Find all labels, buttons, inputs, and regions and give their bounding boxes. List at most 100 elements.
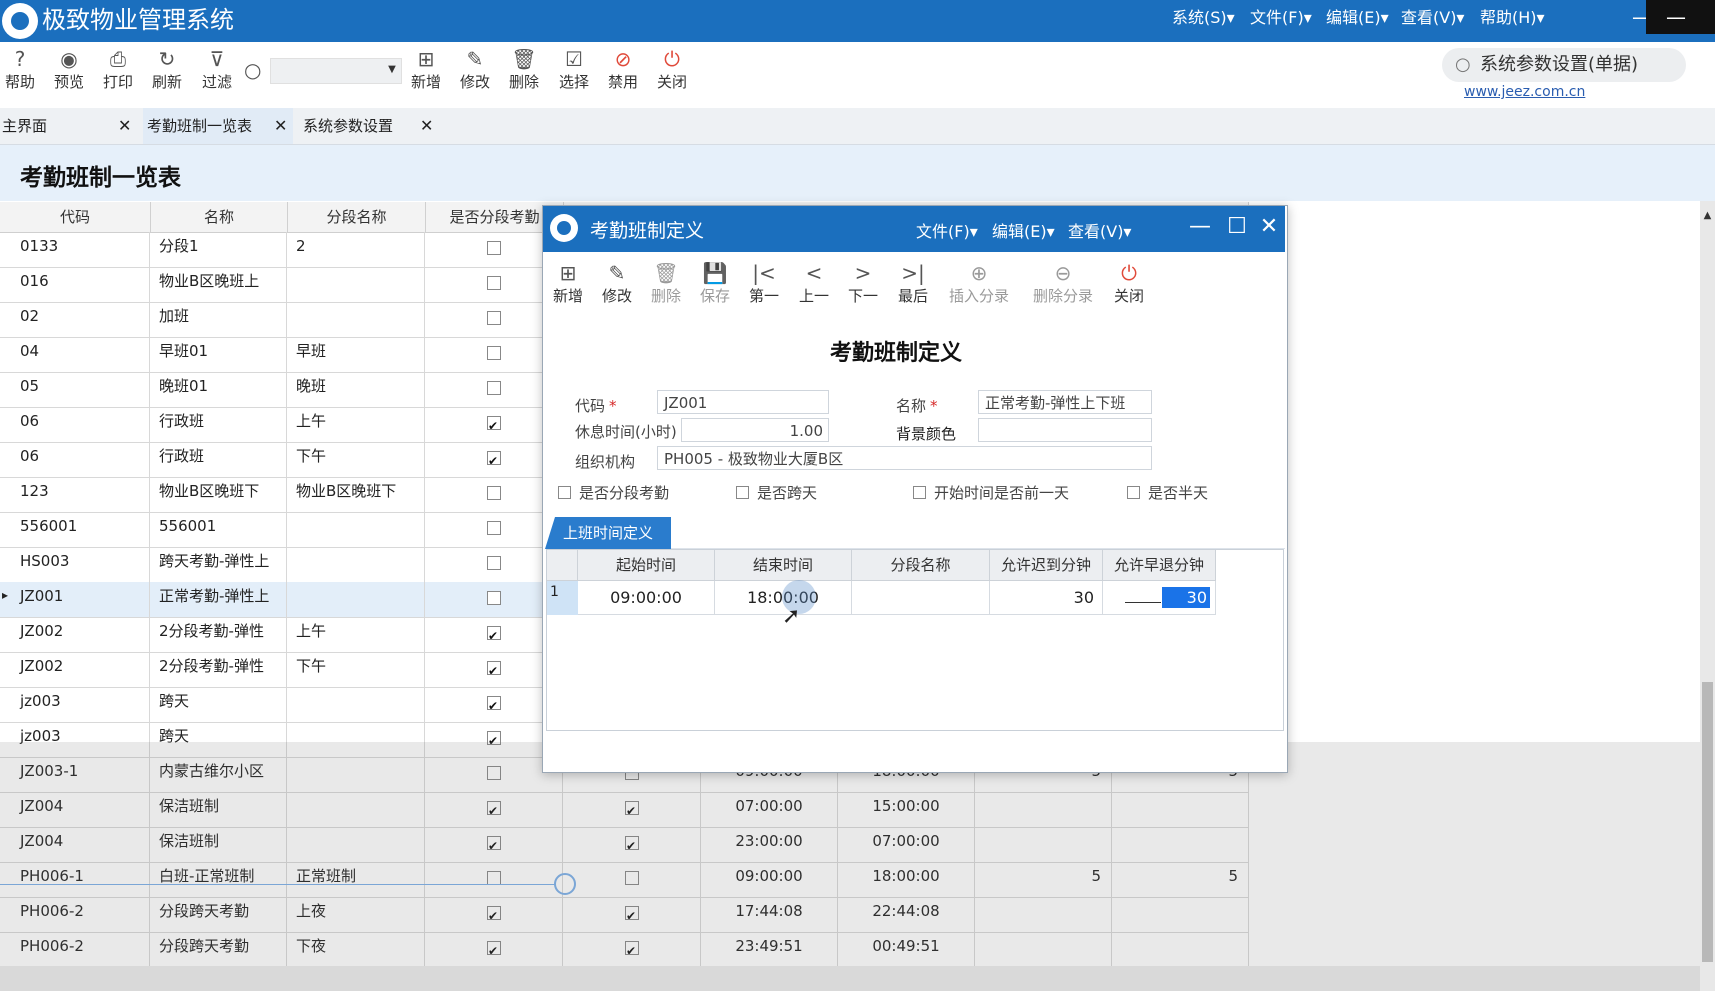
cell-end[interactable]: 00:49:51 <box>838 932 975 967</box>
delete-button[interactable]: 🗑 删除 <box>502 46 546 92</box>
cell-seg[interactable]: 下午 <box>288 442 425 477</box>
website-link[interactable]: www.jeez.com.cn <box>1464 84 1585 100</box>
cell-start[interactable]: 23:00:00 <box>701 827 838 862</box>
cell-seg[interactable]: 2 <box>288 232 425 267</box>
cell-seg[interactable] <box>288 582 425 617</box>
cell-seg[interactable]: 正常班制 <box>288 862 425 897</box>
cell-late[interactable] <box>975 792 1112 827</box>
cell-name[interactable]: 物业B区晚班下 <box>151 477 287 512</box>
cell-code[interactable]: 05 <box>10 372 150 407</box>
checkbox[interactable] <box>487 871 501 885</box>
select-button[interactable]: ☑ 选择 <box>552 46 596 92</box>
cell-c5[interactable] <box>564 862 701 897</box>
cell-early[interactable] <box>1112 792 1249 827</box>
cell-seg[interactable] <box>288 547 425 582</box>
cell-seg[interactable]: 晚班 <box>288 372 425 407</box>
cell-code[interactable]: PH006-2 <box>10 932 150 967</box>
window-minimize-icon-2[interactable]: — <box>1652 0 1700 42</box>
org-field[interactable]: PH005 - 极致物业大厦B区 <box>657 446 1152 470</box>
cell-early[interactable] <box>1112 932 1249 967</box>
checkbox[interactable] <box>487 276 501 290</box>
checkbox[interactable] <box>487 797 501 825</box>
cell-seg[interactable]: 上午 <box>288 407 425 442</box>
dialog-maximize-icon[interactable]: ☐ <box>1219 206 1255 252</box>
column-header-end-time[interactable]: 结束时间 <box>715 550 852 581</box>
cell-name[interactable]: 保洁班制 <box>151 792 287 827</box>
cell-start[interactable]: 09:00:00 <box>701 862 838 897</box>
cell-code[interactable]: jz003 <box>10 687 150 722</box>
checkbox-cross-day[interactable]: 是否跨天 <box>736 482 817 503</box>
dialog-delete-button[interactable]: 🗑 删除 <box>649 260 683 306</box>
cell-seg[interactable] <box>288 302 425 337</box>
cell-code[interactable]: JZ004 <box>10 827 150 862</box>
checkbox[interactable] <box>487 591 501 605</box>
checkbox-half-day[interactable]: 是否半天 <box>1127 482 1208 503</box>
cell-end[interactable]: 22:44:08 <box>838 897 975 932</box>
cell-name[interactable]: 分段1 <box>151 232 287 267</box>
column-header-start-time[interactable]: 起始时间 <box>578 550 715 581</box>
dialog-delete-row-button[interactable]: ⊖ 删除分录 <box>1029 260 1097 306</box>
dialog-prev-button[interactable]: < 上一 <box>797 260 831 306</box>
cell-split[interactable] <box>426 862 563 897</box>
menu-system[interactable]: 系统(S)▾ <box>1172 7 1235 29</box>
scroll-up-icon[interactable]: ▲ <box>1700 210 1715 221</box>
cell-code[interactable]: 123 <box>10 477 150 512</box>
checkbox[interactable] <box>487 657 501 685</box>
cell-code[interactable]: HS003 <box>10 547 150 582</box>
checkbox[interactable] <box>487 622 501 650</box>
menu-edit[interactable]: 编辑(E)▾ <box>1326 7 1389 29</box>
checkbox[interactable] <box>487 556 501 570</box>
dialog-menu-edit[interactable]: 编辑(E)▾ <box>992 218 1055 242</box>
dialog-add-button[interactable]: ⊞ 新增 <box>551 260 585 306</box>
menu-view[interactable]: 查看(V)▾ <box>1401 7 1464 29</box>
cell-late[interactable] <box>975 827 1112 862</box>
cell-c5[interactable] <box>564 932 701 967</box>
cell-c5[interactable] <box>564 792 701 827</box>
cell-seg[interactable]: 上夜 <box>288 897 425 932</box>
cell-name[interactable]: 内蒙古维尔小区 <box>151 757 287 792</box>
cell-name[interactable]: 早班01 <box>151 337 287 372</box>
column-header-segment[interactable]: 分段名称 <box>288 202 426 233</box>
cell-seg[interactable]: 下午 <box>288 652 425 687</box>
dialog-first-button[interactable]: |< 第一 <box>747 260 781 306</box>
cell-name[interactable]: 物业B区晚班上 <box>151 267 287 302</box>
cell-code[interactable]: JZ001 <box>10 582 150 617</box>
cell-code[interactable]: 06 <box>10 442 150 477</box>
dialog-minimize-icon[interactable]: — <box>1182 206 1218 252</box>
cell-name[interactable]: 正常考勤-弹性上 <box>151 582 287 617</box>
cell-code[interactable]: JZ002 <box>10 652 150 687</box>
cell-split[interactable] <box>426 792 563 827</box>
cell-name[interactable]: 2分段考勤-弹性 <box>151 617 287 652</box>
cell-seg[interactable] <box>288 722 425 757</box>
cell-name[interactable]: 白班-正常班制 <box>151 862 287 897</box>
cell-split[interactable] <box>426 827 563 862</box>
cell-name[interactable]: 行政班 <box>151 407 287 442</box>
dialog-last-button[interactable]: >| 最后 <box>896 260 930 306</box>
bg-color-field[interactable] <box>978 418 1152 442</box>
cell-seg[interactable] <box>288 792 425 827</box>
cell-name[interactable]: 2分段考勤-弹性 <box>151 652 287 687</box>
early-minutes-edit-selection[interactable]: 30 <box>1162 587 1210 608</box>
cell-code[interactable]: JZ002 <box>10 617 150 652</box>
checkbox[interactable] <box>487 346 501 360</box>
menu-file[interactable]: 文件(F)▾ <box>1250 7 1312 29</box>
checkbox[interactable] <box>487 692 501 720</box>
checkbox[interactable] <box>487 832 501 860</box>
tab-main-close-icon[interactable]: ✕ <box>118 108 131 144</box>
cell-late[interactable]: 5 <box>975 862 1112 897</box>
cell-split[interactable] <box>426 897 563 932</box>
cell-early[interactable] <box>1112 827 1249 862</box>
cell-code[interactable]: 016 <box>10 267 150 302</box>
refresh-button[interactable]: ↻ 刷新 <box>145 46 189 92</box>
start-time-cell[interactable]: 09:00:00 <box>578 581 715 615</box>
cell-end[interactable]: 18:00:00 <box>838 862 975 897</box>
code-field[interactable]: JZ001 <box>657 390 829 414</box>
row-number-cell[interactable]: 1 <box>547 581 578 615</box>
checkbox[interactable] <box>487 766 501 780</box>
cell-c5[interactable] <box>564 827 701 862</box>
checkbox[interactable] <box>625 797 639 825</box>
cell-late[interactable] <box>975 897 1112 932</box>
scrollbar-thumb[interactable] <box>1702 682 1713 962</box>
tab-attendance-list[interactable]: 考勤班制一览表 <box>143 108 293 144</box>
checkbox[interactable] <box>487 937 501 965</box>
